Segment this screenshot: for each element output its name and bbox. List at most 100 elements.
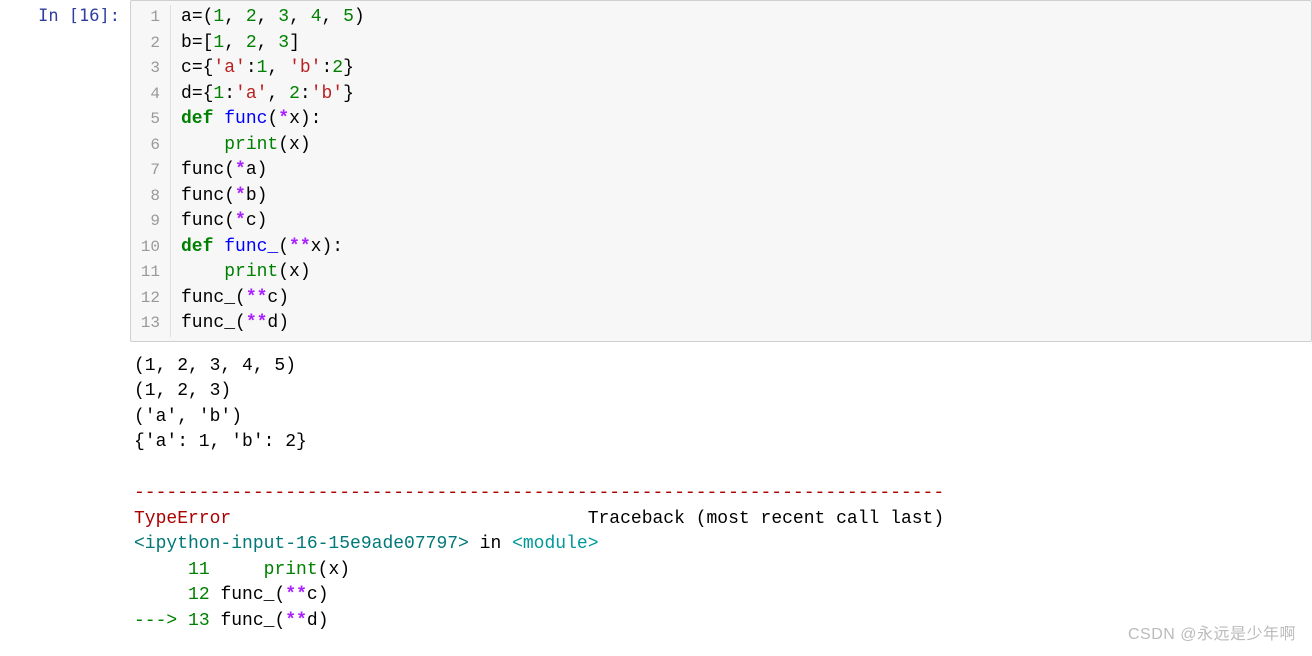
code-token: 'b' xyxy=(311,84,343,104)
line-number: 9 xyxy=(131,209,160,235)
line-number-gutter: 12345678910111213 xyxy=(131,5,171,337)
code-token: 1 xyxy=(213,7,224,27)
code-token: , xyxy=(267,58,289,78)
code-token: =( xyxy=(192,7,214,27)
context-token: ( xyxy=(318,560,329,580)
code-token: (x) xyxy=(278,262,310,282)
context-token: d xyxy=(307,611,318,631)
code-line[interactable]: func(*b) xyxy=(181,184,1311,210)
context-arrow xyxy=(134,560,188,580)
frame-file: <ipython-input-16-15e9ade07797> xyxy=(134,534,469,554)
context-lineno: 13 xyxy=(188,611,210,631)
prompt-colon: : xyxy=(110,6,120,26)
code-token: } xyxy=(343,58,354,78)
code-line[interactable]: b=[1, 2, 3] xyxy=(181,31,1311,57)
code-token: func( xyxy=(181,211,235,231)
code-token: , xyxy=(224,33,246,53)
stdout-line: (1, 2, 3, 4, 5) xyxy=(134,354,1308,380)
traceback-context-line: 11 print(x) xyxy=(134,558,1308,584)
code-token: (x) xyxy=(278,135,310,155)
code-token: 2 xyxy=(246,33,257,53)
code-line[interactable]: print(x) xyxy=(181,133,1311,159)
code-token: func( xyxy=(181,160,235,180)
code-token: x): xyxy=(289,109,321,129)
code-token: , xyxy=(322,7,344,27)
code-token: , xyxy=(257,33,279,53)
code-token: 2 xyxy=(332,58,343,78)
code-token: 5 xyxy=(343,7,354,27)
code-input-area[interactable]: 12345678910111213 a=(1, 2, 3, 4, 5)b=[1,… xyxy=(130,0,1312,342)
code-token: 1 xyxy=(213,33,224,53)
code-token: 4 xyxy=(311,7,322,27)
code-line[interactable]: func_(**d) xyxy=(181,311,1311,337)
code-token: 3 xyxy=(278,33,289,53)
code-token xyxy=(181,262,224,282)
code-token: ** xyxy=(289,237,311,257)
context-token: ) xyxy=(318,611,329,631)
code-token: * xyxy=(235,160,246,180)
context-token: ( xyxy=(274,611,285,631)
code-token: } xyxy=(343,84,354,104)
code-token: ** xyxy=(246,313,268,333)
code-editor[interactable]: a=(1, 2, 3, 4, 5)b=[1, 2, 3]c={ 'a': 1, 'b… xyxy=(171,5,1311,337)
code-token: 2 xyxy=(289,84,300,104)
code-token: ( xyxy=(278,237,289,257)
code-token: : xyxy=(224,84,235,104)
code-token: def xyxy=(181,109,213,129)
stdout-line: {'a': 1, 'b': 2} xyxy=(134,430,1308,456)
error-type: TypeError xyxy=(134,509,231,529)
context-token: ( xyxy=(274,585,285,605)
code-token: 'a' xyxy=(235,84,267,104)
code-line[interactable]: d={1:'a', 2:'b'} xyxy=(181,82,1311,108)
code-token: func_( xyxy=(181,313,246,333)
code-token: : xyxy=(246,58,257,78)
code-token: c xyxy=(181,58,192,78)
context-lineno: 11 xyxy=(188,560,210,580)
code-line[interactable]: def func(*x): xyxy=(181,107,1311,133)
code-line[interactable]: func(*a) xyxy=(181,158,1311,184)
line-number: 1 xyxy=(131,5,160,31)
context-token: c xyxy=(307,585,318,605)
code-token: print xyxy=(224,135,278,155)
code-token xyxy=(213,109,224,129)
context-token: ) xyxy=(318,585,329,605)
watermark: CSDN @永远是少年啊 xyxy=(1128,620,1296,644)
prompt-number: [16] xyxy=(69,6,110,26)
output-area: (1, 2, 3, 4, 5)(1, 2, 3)('a', 'b'){'a': … xyxy=(130,342,1312,639)
code-line[interactable]: func_(**c) xyxy=(181,286,1311,312)
context-token: ) xyxy=(339,560,350,580)
code-token: ] xyxy=(289,33,300,53)
code-token: d xyxy=(181,84,192,104)
traceback-header: TypeError Traceback (most recent call la… xyxy=(134,507,1308,533)
code-line[interactable]: def func_(**x): xyxy=(181,235,1311,261)
code-token: , xyxy=(267,84,289,104)
code-token: * xyxy=(278,109,289,129)
stdout-line: (1, 2, 3) xyxy=(134,379,1308,405)
code-token: a) xyxy=(246,160,268,180)
line-number: 5 xyxy=(131,107,160,133)
context-token: func_ xyxy=(220,585,274,605)
frame-scope: <module> xyxy=(512,534,598,554)
notebook-cell: In [16]: 12345678910111213 a=(1, 2, 3, 4… xyxy=(0,0,1312,342)
context-token: x xyxy=(328,560,339,580)
context-arrow: ---> xyxy=(134,611,188,631)
code-token: func xyxy=(224,109,267,129)
code-line[interactable]: c={'a':1, 'b':2} xyxy=(181,56,1311,82)
code-line[interactable]: print(x) xyxy=(181,260,1311,286)
code-token: c) xyxy=(267,288,289,308)
code-token: ={ xyxy=(192,58,214,78)
code-token: : xyxy=(300,84,311,104)
traceback-location: <ipython-input-16-15e9ade07797> in <modu… xyxy=(134,532,1308,558)
code-token: b xyxy=(181,33,192,53)
code-line[interactable]: func(*c) xyxy=(181,209,1311,235)
context-token: print xyxy=(264,560,318,580)
code-token: , xyxy=(257,7,279,27)
traceback-context-line: 12 func_(**c) xyxy=(134,583,1308,609)
code-token: 'b' xyxy=(289,58,321,78)
code-token: func_ xyxy=(224,237,278,257)
code-token: func_( xyxy=(181,288,246,308)
prompt-label: In xyxy=(38,6,69,26)
line-number: 10 xyxy=(131,235,160,261)
code-token: 2 xyxy=(246,7,257,27)
code-line[interactable]: a=(1, 2, 3, 4, 5) xyxy=(181,5,1311,31)
